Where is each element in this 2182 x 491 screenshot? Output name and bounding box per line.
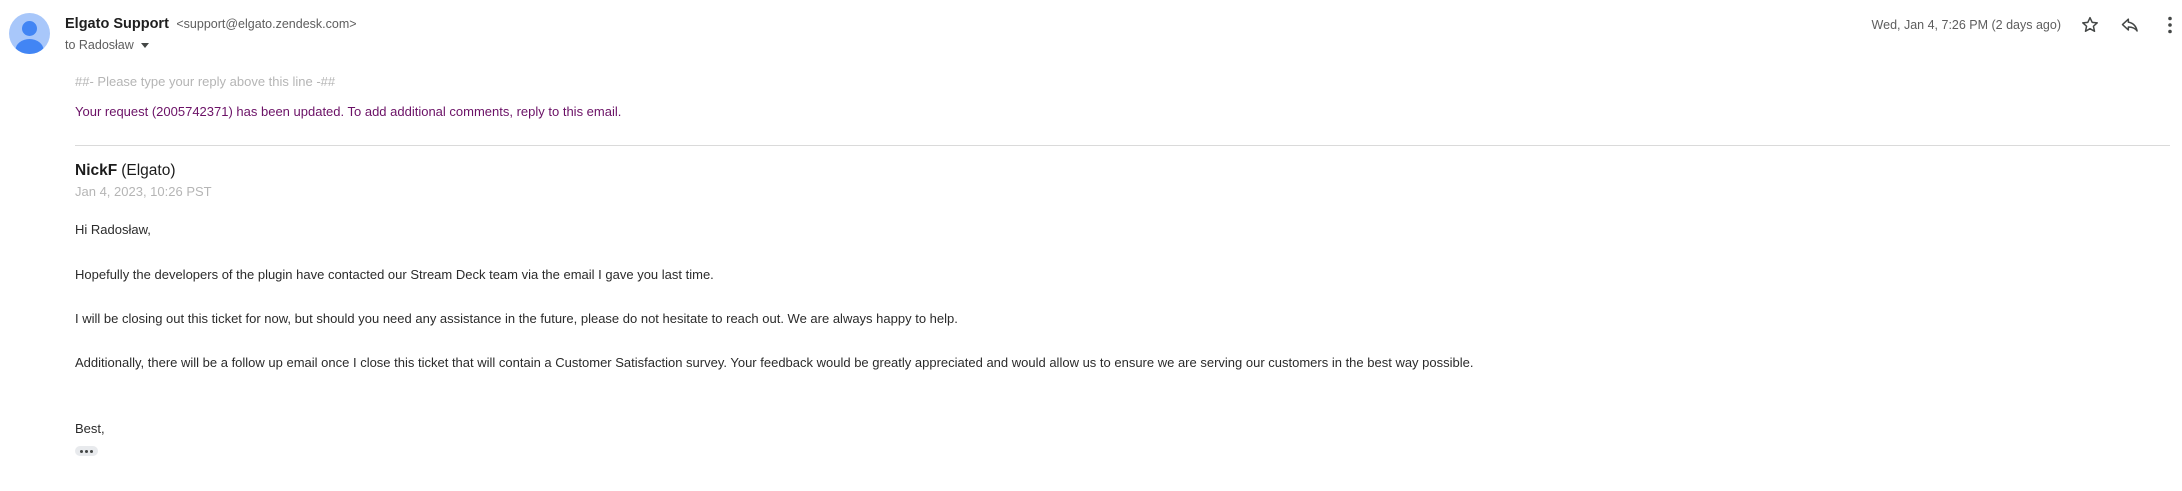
divider — [75, 145, 2170, 146]
recipients-label: to Radosław — [65, 38, 134, 52]
greeting: Hi Radosław, — [75, 222, 151, 237]
recipients-dropdown[interactable]: to Radosław — [65, 36, 149, 54]
sender-name[interactable]: Elgato Support — [65, 16, 169, 32]
more-vert-icon[interactable] — [2162, 13, 2178, 37]
comment-date: Jan 4, 2023, 10:26 PST — [75, 184, 212, 199]
body-paragraph: Hopefully the developers of the plugin h… — [75, 267, 714, 282]
body-paragraph: I will be closing out this ticket for no… — [75, 311, 958, 326]
message-date: Wed, Jan 4, 7:26 PM (2 days ago) — [1871, 18, 2061, 32]
author-org: (Elgato) — [121, 162, 176, 179]
comment-author: NickF (Elgato) — [75, 162, 176, 180]
request-update-notice: Your request (2005742371) has been updat… — [75, 104, 622, 119]
reply-icon[interactable] — [2118, 13, 2142, 37]
star-icon[interactable] — [2078, 13, 2102, 37]
show-trimmed-content-button[interactable] — [75, 446, 98, 456]
sender-line: Elgato Support <support@elgato.zendesk.c… — [65, 14, 357, 34]
ellipsis-dot-icon — [90, 449, 93, 453]
email-message: Elgato Support <support@elgato.zendesk.c… — [0, 0, 2182, 491]
ellipsis-dot-icon — [80, 449, 83, 453]
author-name: NickF — [75, 162, 118, 179]
body-paragraph: Additionally, there will be a follow up … — [75, 355, 1474, 370]
signoff: Best, — [75, 421, 105, 436]
person-avatar-icon[interactable] — [9, 13, 50, 54]
sender-email: <support@elgato.zendesk.com> — [176, 17, 357, 31]
ellipsis-dot-icon — [85, 449, 88, 453]
caret-down-icon[interactable] — [140, 43, 149, 48]
reply-above-marker: ##- Please type your reply above this li… — [75, 74, 336, 89]
